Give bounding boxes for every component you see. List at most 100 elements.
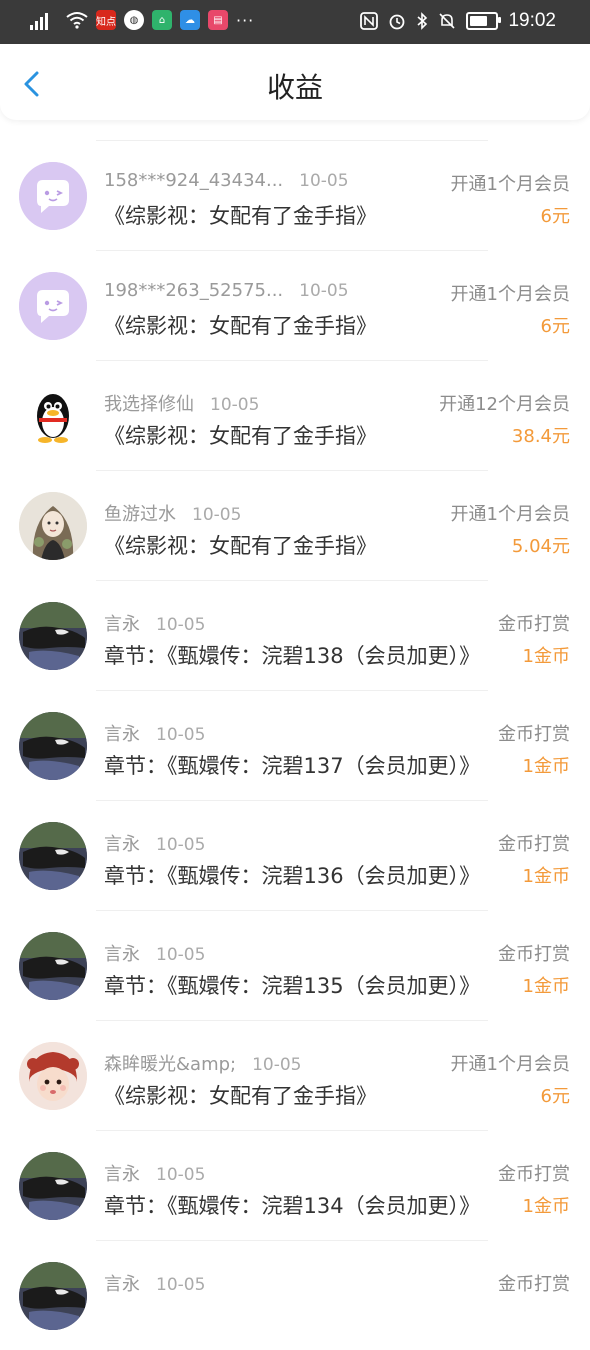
earning-record-row[interactable]: 198***263_52575... 10-05 《综影视：女配有了金手指》 开通1个… [0,250,590,360]
cat-avatar[interactable] [19,602,87,670]
alarm-icon [390,14,405,30]
row-divider [96,580,488,581]
record-user-line: 我选择修仙 10-05 [104,390,259,416]
record-type: 金币打赏 [498,1164,570,1185]
earning-record-row[interactable]: 言永 10-05 章节：《甄嬛传：浣碧136（会员加更）》 金币打赏 1金币 [0,800,590,910]
record-amount: 1金币 [522,1196,570,1217]
earning-record-row[interactable]: 森眸暖光&amp; 10-05 《综影视：女配有了金手指》 开通1个月会员 6元 [0,1020,590,1130]
wifi-icon [66,12,88,29]
penguin-avatar[interactable] [19,382,87,450]
earnings-list: 158***924_43434... 10-05 《综影视：女配有了金手指》 开通1个… [0,140,590,1350]
status-bar-right: 19:02 [360,10,556,32]
app-badge-icon: 知点 [96,10,116,30]
cloud-app-icon: ☁ [180,10,200,30]
row-divider [96,250,488,251]
record-date: 10-05 [156,945,206,965]
row-divider [96,140,488,141]
record-user-name: 158***924_43434... [104,170,284,191]
cat-avatar[interactable] [19,1262,87,1330]
record-description: 《综影视：女配有了金手指》 [104,314,377,338]
battery-icon [466,12,502,30]
record-description: 《综影视：女配有了金手指》 [104,1084,377,1108]
record-type: 金币打赏 [498,1274,570,1295]
row-divider [96,1130,488,1131]
page-title: 收益 [266,71,323,104]
record-description: 章节：《甄嬛传：浣碧134（会员加更）》 [104,1194,481,1218]
record-date: 10-05 [210,395,260,415]
record-amount: 1金币 [522,866,570,887]
baby-avatar[interactable] [19,1042,87,1110]
record-date: 10-05 [156,725,206,745]
record-date: 10-05 [156,615,206,635]
cat-avatar[interactable] [19,712,87,780]
record-user-name: 198***263_52575... [104,280,284,301]
record-description: 章节：《甄嬛传：浣碧135（会员加更）》 [104,974,481,998]
earning-record-row[interactable]: 言永 10-05 金币打赏 [0,1240,590,1350]
signal-icon [30,10,58,30]
nfc-icon [360,12,379,30]
earning-record-row[interactable]: 鱼游过水 10-05 《综影视：女配有了金手指》 开通1个月会员 5.04元 [0,470,590,580]
record-user-line: 言永 10-05 [104,720,205,746]
girl-avatar[interactable] [19,492,87,560]
record-user-name: 言永 [104,834,140,855]
record-amount: 1金币 [522,756,570,777]
record-user-line: 言永 10-05 [104,830,205,856]
bluetooth-icon [417,12,428,30]
record-user-line: 森眸暖光&amp; 10-05 [104,1050,302,1076]
record-date: 10-05 [156,1275,206,1295]
record-amount: 38.4元 [511,426,570,447]
record-amount: 6元 [540,316,570,337]
home-app-icon: ⌂ [152,10,172,30]
record-type: 开通1个月会员 [450,504,570,525]
record-amount: 6元 [540,206,570,227]
record-date: 10-05 [192,505,242,525]
chat-bubble-avatar[interactable] [19,162,87,230]
record-date: 10-05 [252,1055,302,1075]
app-badge-label: 知点 [96,16,116,28]
cat-avatar[interactable] [19,822,87,890]
clock-time: 19:02 [508,10,556,31]
earning-record-row[interactable]: 我选择修仙 10-05 《综影视：女配有了金手指》 开通12个月会员 38.4元 [0,360,590,470]
row-divider [96,910,488,911]
status-bar: 知点 ◍ ⌂ ☁ ▤ ··· 19:02 [0,0,590,44]
record-user-name: 言永 [104,1274,140,1295]
record-amount: 1金币 [522,976,570,997]
earning-record-row[interactable]: 158***924_43434... 10-05 《综影视：女配有了金手指》 开通1个… [0,140,590,250]
record-user-name: 言永 [104,944,140,965]
earning-record-row[interactable]: 言永 10-05 章节：《甄嬛传：浣碧138（会员加更）》 金币打赏 1金币 [0,580,590,690]
row-divider [96,470,488,471]
record-date: 10-05 [156,1165,206,1185]
earning-record-row[interactable]: 言永 10-05 章节：《甄嬛传：浣碧134（会员加更）》 金币打赏 1金币 [0,1130,590,1240]
row-divider [96,800,488,801]
row-divider [96,690,488,691]
record-description: 《综影视：女配有了金手指》 [104,534,377,558]
cat-avatar[interactable] [19,1152,87,1220]
earning-record-row[interactable]: 言永 10-05 章节：《甄嬛传：浣碧135（会员加更）》 金币打赏 1金币 [0,910,590,1020]
record-user-line: 言永 10-05 [104,1270,205,1296]
record-type: 金币打赏 [498,724,570,745]
more-notifications-icon: ··· [236,10,255,30]
record-user-line: 158***924_43434... 10-05 [104,170,349,191]
record-amount: 1金币 [522,646,570,667]
record-description: 章节：《甄嬛传：浣碧136（会员加更）》 [104,864,481,888]
status-bar-left: 知点 ◍ ⌂ ☁ ▤ ··· [30,10,254,30]
record-user-line: 198***263_52575... 10-05 [104,280,349,301]
earning-record-row[interactable]: 言永 10-05 章节：《甄嬛传：浣碧137（会员加更）》 金币打赏 1金币 [0,690,590,800]
record-user-name: 言永 [104,614,140,635]
record-user-name: 森眸暖光&amp; [104,1054,237,1075]
record-type: 金币打赏 [498,614,570,635]
record-description: 《综影视：女配有了金手指》 [104,204,377,228]
record-user-name: 鱼游过水 [104,504,176,525]
cat-avatar[interactable] [19,932,87,1000]
row-divider [96,360,488,361]
record-user-line: 鱼游过水 10-05 [104,500,241,526]
record-type: 开通12个月会员 [439,394,570,415]
record-user-name: 言永 [104,724,140,745]
record-date: 10-05 [156,835,206,855]
chat-bubble-avatar[interactable] [19,272,87,340]
record-user-name: 言永 [104,1164,140,1185]
record-amount: 5.04元 [511,536,570,557]
record-description: 章节：《甄嬛传：浣碧137（会员加更）》 [104,754,481,778]
mute-bell-icon [439,13,456,29]
record-user-line: 言永 10-05 [104,940,205,966]
